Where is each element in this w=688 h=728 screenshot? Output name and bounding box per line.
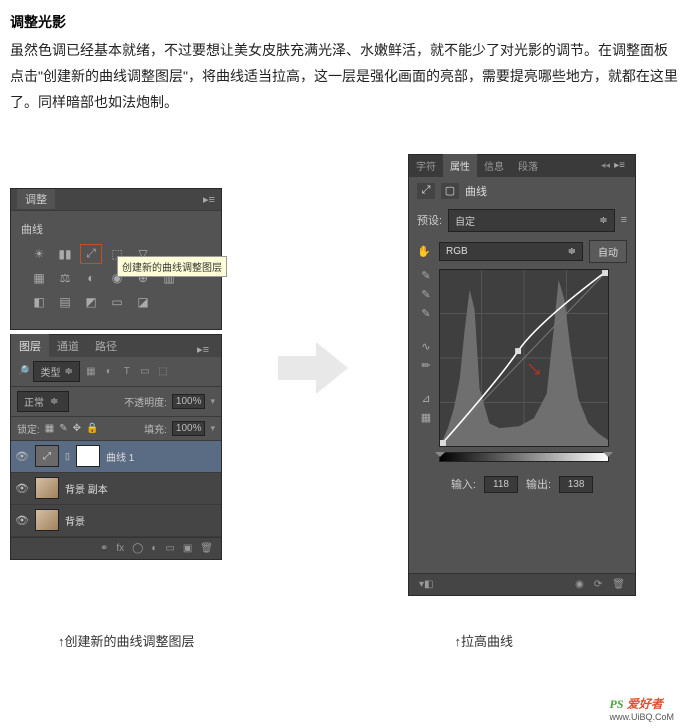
folder-icon[interactable]: ▭ [165, 543, 174, 554]
arrow-right-icon [278, 338, 348, 398]
lock-paint-icon[interactable]: ✎ [59, 423, 67, 434]
filter-smart-icon[interactable]: ⬚ [156, 364, 170, 378]
tab-paths[interactable]: 路径 [87, 334, 125, 358]
eyedropper-gray-icon[interactable]: ✎ [421, 288, 430, 301]
filter-adj-icon[interactable]: ◐ [102, 364, 116, 378]
caption-right: ↑拉高曲线 [455, 631, 514, 650]
target-adjust-icon[interactable]: ✋ [417, 245, 433, 258]
output-label: 输出: [526, 476, 551, 492]
mask-icon[interactable]: ▢ [441, 183, 459, 199]
output-value[interactable]: 138 [559, 476, 593, 493]
auto-button[interactable]: 自动 [589, 240, 627, 263]
hue-icon[interactable]: ▦ [29, 269, 49, 287]
layer-name: 曲线 1 [106, 449, 134, 464]
layer-row[interactable]: 👁 背景 副本 [11, 473, 221, 505]
filter-pixel-icon[interactable]: ▦ [84, 364, 98, 378]
levels-icon[interactable]: ▮▮ [55, 245, 75, 263]
tab-paragraph[interactable]: 段落 [511, 154, 545, 177]
lock-label: 锁定: [17, 421, 40, 436]
layers-panel: 图层 通道 路径 ▸≡ 🔎 类型≑ ▦ ◐ T ▭ ⬚ 正常≑ 不透明度: 10… [10, 334, 222, 560]
threshold-icon[interactable]: ◩ [81, 293, 101, 311]
curves-tooltip: 创建新的曲线调整图层 [117, 256, 227, 277]
curves-thumb-icon: ⤢ [35, 445, 59, 467]
layer-thumb [35, 509, 59, 531]
trash-icon[interactable]: 🗑 [200, 543, 213, 554]
adjustments-panel: 调整 ▸≡ 曲线 ☀ ▮▮ ⤢ ⬚ ▽ ▦ ⚖ ◐ ◉ ⊕ ▥ ◧ ▤ [10, 188, 222, 330]
input-value[interactable]: 118 [484, 476, 518, 493]
article-title: 调整光影 [10, 12, 678, 32]
opacity-label: 不透明度: [124, 394, 167, 409]
filter-shape-icon[interactable]: ▭ [138, 364, 152, 378]
lock-move-icon[interactable]: ✥ [73, 423, 81, 434]
panel-menu-icon[interactable]: ▸≡ [203, 193, 217, 205]
preset-select[interactable]: 自定≑ [448, 209, 615, 232]
properties-title: 曲线 [465, 183, 487, 199]
lock-all-icon[interactable]: 🔒 [86, 423, 98, 434]
link-layers-icon[interactable]: ⚭ [100, 543, 108, 554]
gradient-map-icon[interactable]: ▭ [107, 293, 127, 311]
eyedropper-black-icon[interactable]: ✎ [421, 269, 430, 282]
fill-label: 填充: [144, 421, 167, 436]
filter-type-icon[interactable]: T [120, 364, 134, 378]
new-adjustment-icon[interactable]: ◐ [151, 543, 157, 554]
reset-icon[interactable]: ⟳ [594, 579, 602, 590]
blend-mode-select[interactable]: 正常≑ [17, 391, 69, 412]
fx-icon[interactable]: fx [116, 543, 124, 554]
view-previous-icon[interactable]: ◉ [575, 579, 584, 590]
selective-color-icon[interactable]: ◪ [133, 293, 153, 311]
adjustments-section-label: 曲线 [21, 221, 213, 237]
lock-transparency-icon[interactable]: ▦ [45, 423, 54, 434]
layer-row[interactable]: 👁 ⤢ ▯ 曲线 1 [11, 441, 221, 473]
adjustments-tab[interactable]: 调整 [17, 189, 55, 209]
tab-channels[interactable]: 通道 [49, 334, 87, 358]
caption-left: ↑创建新的曲线调整图层 [58, 631, 195, 650]
new-layer-icon[interactable]: ▣ [183, 543, 192, 554]
tab-info[interactable]: 信息 [477, 154, 511, 177]
layer-name: 背景 [65, 513, 85, 528]
curves-graph[interactable] [439, 269, 609, 447]
pencil-tool-icon[interactable]: ✏ [421, 359, 430, 372]
invert-icon[interactable]: ◧ [29, 293, 49, 311]
visibility-icon[interactable]: 👁 [15, 514, 29, 527]
posterize-icon[interactable]: ▤ [55, 293, 75, 311]
bw-icon[interactable]: ◐ [81, 269, 101, 287]
properties-panel: 字符 属性 信息 段落 ◂◂ ▸≡ ⤢ ▢ 曲线 预设: 自定≑ ≡ ✋ RGB… [408, 154, 636, 596]
channel-select[interactable]: RGB≑ [439, 242, 583, 261]
trash-icon[interactable]: 🗑 [612, 579, 625, 590]
point-tool-icon[interactable]: ∿ [421, 340, 430, 353]
watermark: PS 爱好者 www.UiBQ.CoM [609, 695, 674, 722]
visibility-icon[interactable]: 👁 [15, 482, 29, 495]
brightness-icon[interactable]: ☀ [29, 245, 49, 263]
layer-row[interactable]: 👁 背景 [11, 505, 221, 537]
preset-menu-icon[interactable]: ≡ [621, 214, 627, 226]
dropdown-icon[interactable]: ▾ [210, 396, 215, 407]
search-icon[interactable]: 🔎 [17, 366, 29, 377]
tab-character[interactable]: 字符 [409, 154, 443, 177]
article-body: 虽然色调已经基本就绪，不过要想让美女皮肤充满光泽、水嫩鲜活，就不能少了对光影的调… [10, 38, 678, 116]
curves-icon[interactable]: ⤢ [81, 245, 101, 263]
curves-adj-icon: ⤢ [417, 183, 435, 199]
smooth-icon[interactable]: ⊿ [421, 392, 430, 405]
filter-type-select[interactable]: 类型≑ [33, 361, 79, 382]
tab-properties[interactable]: 属性 [443, 154, 477, 177]
opacity-value[interactable]: 100% [172, 394, 206, 409]
link-icon[interactable]: ▯ [65, 451, 70, 462]
dropdown-icon[interactable]: ▾ [210, 423, 215, 434]
layer-name: 背景 副本 [65, 481, 108, 496]
fill-value[interactable]: 100% [172, 421, 206, 436]
eyedropper-white-icon[interactable]: ✎ [421, 307, 430, 320]
input-label: 输入: [451, 476, 476, 492]
clip-to-layer-icon[interactable]: ▾◧ [419, 579, 433, 590]
mask-icon[interactable]: ◯ [132, 543, 143, 554]
input-gradient[interactable] [439, 452, 609, 462]
layer-thumb [35, 477, 59, 499]
panel-menu-icon[interactable]: ▸≡ [189, 339, 217, 360]
visibility-icon[interactable]: 👁 [15, 450, 29, 463]
tab-layers[interactable]: 图层 [11, 334, 49, 358]
preset-label: 预设: [417, 212, 442, 228]
panel-menu-icon[interactable]: ▸≡ [607, 156, 632, 175]
clip-icon[interactable]: ▦ [421, 411, 431, 424]
mask-thumb[interactable] [76, 445, 100, 467]
colbal-icon[interactable]: ⚖ [55, 269, 75, 287]
